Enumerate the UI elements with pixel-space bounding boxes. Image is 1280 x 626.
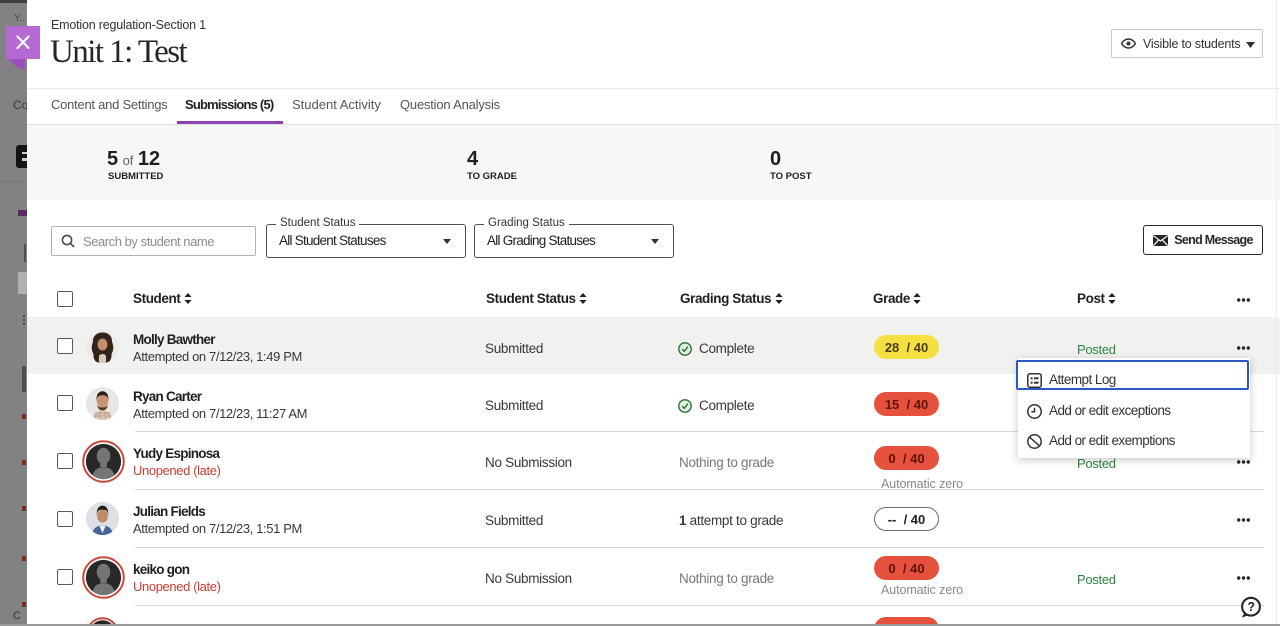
svg-text:?: ? <box>1247 600 1255 614</box>
